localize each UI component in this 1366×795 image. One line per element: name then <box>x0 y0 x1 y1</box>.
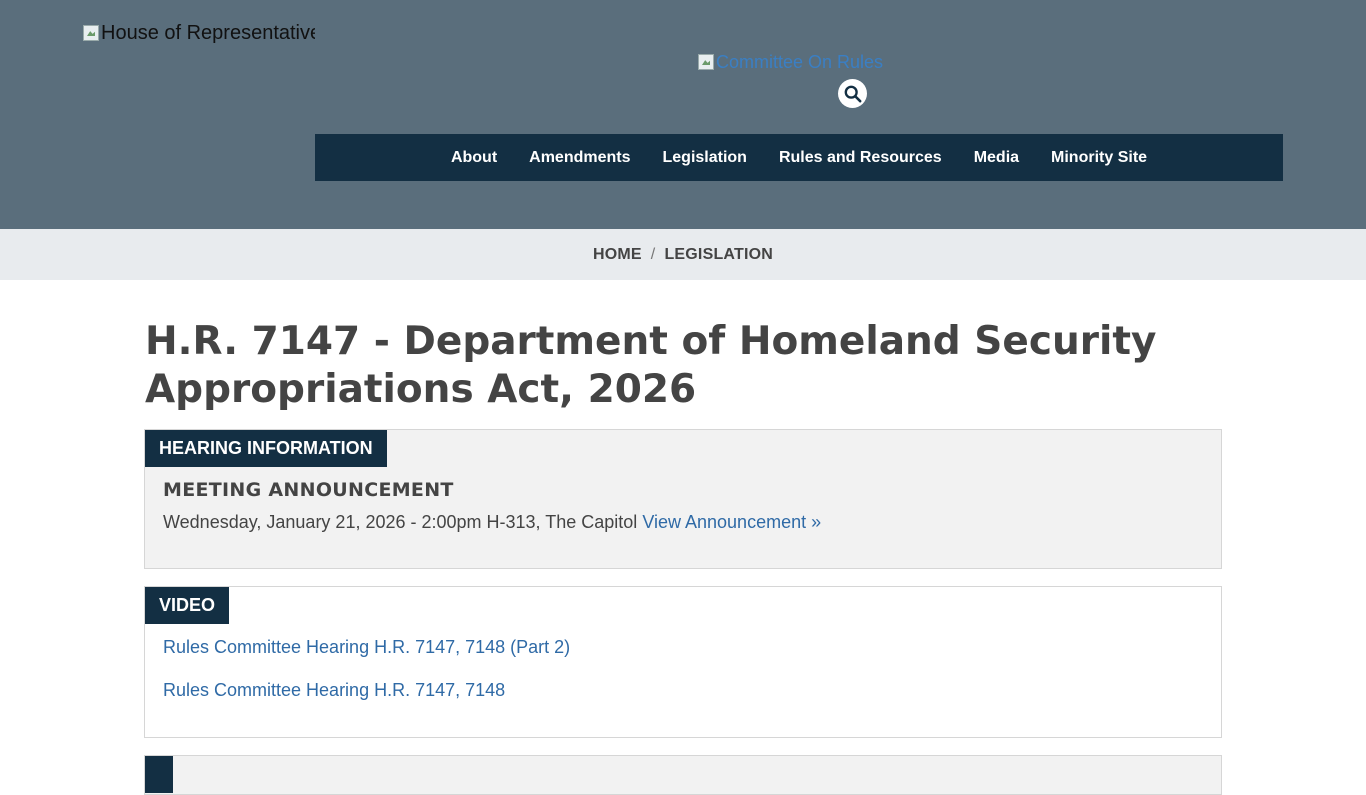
site-header: House of Representatives Committee On Ru… <box>0 0 1366 229</box>
broken-image-icon <box>83 25 99 41</box>
hearing-information-tag: HEARING INFORMATION <box>145 430 387 467</box>
search-icon <box>844 85 861 102</box>
nav-item-legislation[interactable]: Legislation <box>663 149 747 167</box>
house-logo[interactable]: House of Representatives <box>83 18 315 48</box>
nav-item-media[interactable]: Media <box>974 149 1019 167</box>
house-logo-alt-text: House of Representatives <box>101 21 315 44</box>
view-announcement-link[interactable]: View Announcement » <box>642 512 821 532</box>
breadcrumb-home[interactable]: HOME <box>593 246 642 264</box>
video-link-part-2[interactable]: Rules Committee Hearing H.R. 7147, 7148 … <box>163 637 570 658</box>
breadcrumb-separator: / <box>650 245 656 263</box>
broken-image-icon <box>698 54 714 70</box>
video-link[interactable]: Rules Committee Hearing H.R. 7147, 7148 <box>163 680 505 701</box>
meeting-details-text: Wednesday, January 21, 2026 - 2:00pm H-3… <box>163 512 638 532</box>
page-title: H.R. 7147 - Department of Homeland Secur… <box>145 319 1157 412</box>
nav-item-about[interactable]: About <box>451 149 497 167</box>
video-tag: VIDEO <box>145 587 230 624</box>
nav-item-minority-site[interactable]: Minority Site <box>1051 149 1147 167</box>
committee-logo[interactable]: Committee On Rules <box>698 50 883 74</box>
meeting-announcement-heading: MEETING ANNOUNCEMENT <box>163 479 454 501</box>
committee-logo-alt-text: Committee On Rules <box>716 51 884 72</box>
main-nav: About Amendments Legislation Rules and R… <box>315 134 1283 181</box>
nav-item-rules-and-resources[interactable]: Rules and Resources <box>779 149 942 167</box>
next-panel-tag <box>145 756 173 793</box>
search-button[interactable] <box>838 79 867 108</box>
video-panel: VIDEO Rules Committee Hearing H.R. 7147,… <box>144 586 1222 738</box>
breadcrumb-current: LEGISLATION <box>664 245 774 263</box>
nav-item-amendments[interactable]: Amendments <box>529 149 630 167</box>
breadcrumb: HOME / LEGISLATION <box>0 229 1366 280</box>
next-panel <box>144 755 1222 795</box>
meeting-details: Wednesday, January 21, 2026 - 2:00pm H-3… <box>163 512 821 533</box>
hearing-information-panel: HEARING INFORMATION MEETING ANNOUNCEMENT… <box>144 429 1222 569</box>
